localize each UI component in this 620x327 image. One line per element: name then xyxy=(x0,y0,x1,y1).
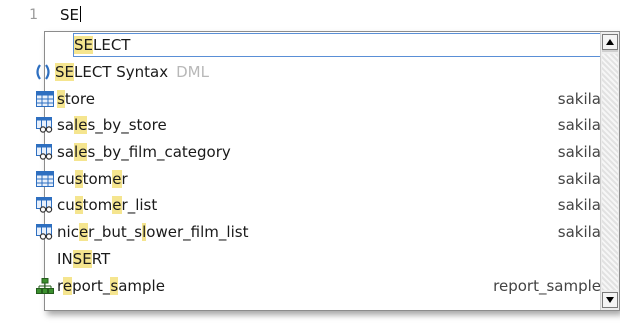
schema-label: sakila xyxy=(557,116,601,135)
schema-label: report_sample xyxy=(493,276,601,295)
item-label: INSERT xyxy=(57,249,111,268)
view-icon xyxy=(35,115,55,135)
sql-editor[interactable]: 1 SE SELECT SELECT Syntax DML store saki… xyxy=(0,0,620,327)
typed-text-value: SE xyxy=(60,6,79,24)
schema-label: sakila xyxy=(557,223,601,242)
autocomplete-item-nicer-but-slower-film-list[interactable]: nicer_but_slower_film_list sakila xyxy=(36,219,601,246)
scroll-thumb[interactable] xyxy=(602,50,618,52)
item-label: customer xyxy=(57,169,128,188)
match-highlight: e xyxy=(112,196,122,215)
line-number: 1 xyxy=(29,7,38,23)
arrow-down-icon xyxy=(606,297,614,303)
label-rest: LECT Syntax xyxy=(74,63,169,82)
match-highlight: E xyxy=(82,249,92,268)
code-line-1[interactable]: 1 SE xyxy=(0,2,620,28)
scroll-up-button[interactable] xyxy=(602,34,618,50)
label-rest: LECT xyxy=(93,36,131,55)
schema-label: sakila xyxy=(557,196,601,215)
match-highlight: S xyxy=(72,249,83,268)
autocomplete-list: SELECT SELECT Syntax DML store sakila sa… xyxy=(36,32,601,310)
autocomplete-item-insert[interactable]: INSERT xyxy=(45,246,601,273)
arrow-up-icon xyxy=(606,39,614,45)
match-highlight: e xyxy=(62,276,73,295)
table-icon xyxy=(35,169,55,189)
item-label: sales_by_store xyxy=(57,116,167,135)
typed-text[interactable]: SE xyxy=(60,6,81,24)
autocomplete-item-select[interactable]: SELECT xyxy=(45,32,601,59)
item-label: SELECT xyxy=(74,36,131,55)
match-highlight: s xyxy=(74,196,83,215)
match-highlight: s xyxy=(74,169,83,188)
item-category: DML xyxy=(176,63,209,82)
match-highlight: e xyxy=(78,223,89,242)
text-caret xyxy=(80,6,81,22)
autocomplete-item-sales-by-store[interactable]: sales_by_store sakila xyxy=(36,112,601,139)
schema-label: sakila xyxy=(557,143,601,162)
view-icon xyxy=(35,195,55,215)
selected-item-frame: SELECT xyxy=(73,33,601,58)
match-highlight: SE xyxy=(55,63,74,82)
item-label: sales_by_film_category xyxy=(57,143,231,162)
schema-icon xyxy=(35,276,55,296)
autocomplete-item-select-syntax[interactable]: SELECT Syntax DML xyxy=(36,59,601,86)
schema-label: sakila xyxy=(557,169,601,188)
match-highlight: e xyxy=(112,169,122,188)
autocomplete-item-customer[interactable]: customer sakila xyxy=(36,165,601,192)
view-icon xyxy=(35,222,55,242)
item-label: customer_list xyxy=(57,196,158,215)
item-label: store xyxy=(57,89,95,108)
autocomplete-item-report-sample[interactable]: report_sample report_sample xyxy=(36,272,601,299)
parens-icon xyxy=(33,62,53,82)
item-label: nicer_but_slower_film_list xyxy=(57,223,249,242)
schema-label: sakila xyxy=(557,89,601,108)
item-label: report_sample xyxy=(57,276,165,295)
match-highlight: s xyxy=(110,276,119,295)
item-label: SELECT Syntax xyxy=(55,63,169,82)
autocomplete-popup[interactable]: SELECT SELECT Syntax DML store sakila sa… xyxy=(36,31,620,311)
autocomplete-item-customer-list[interactable]: customer_list sakila xyxy=(36,192,601,219)
scroll-track[interactable] xyxy=(602,54,618,290)
scroll-down-button[interactable] xyxy=(602,292,618,308)
vertical-scrollbar[interactable] xyxy=(600,32,619,310)
table-icon xyxy=(35,89,55,109)
match-highlight: SE xyxy=(74,36,93,55)
match-highlight: s xyxy=(57,89,65,108)
blank-icon xyxy=(35,249,55,269)
autocomplete-item-sales-by-film-category[interactable]: sales_by_film_category sakila xyxy=(36,139,601,166)
view-icon xyxy=(35,142,55,162)
autocomplete-item-store[interactable]: store sakila xyxy=(36,85,601,112)
